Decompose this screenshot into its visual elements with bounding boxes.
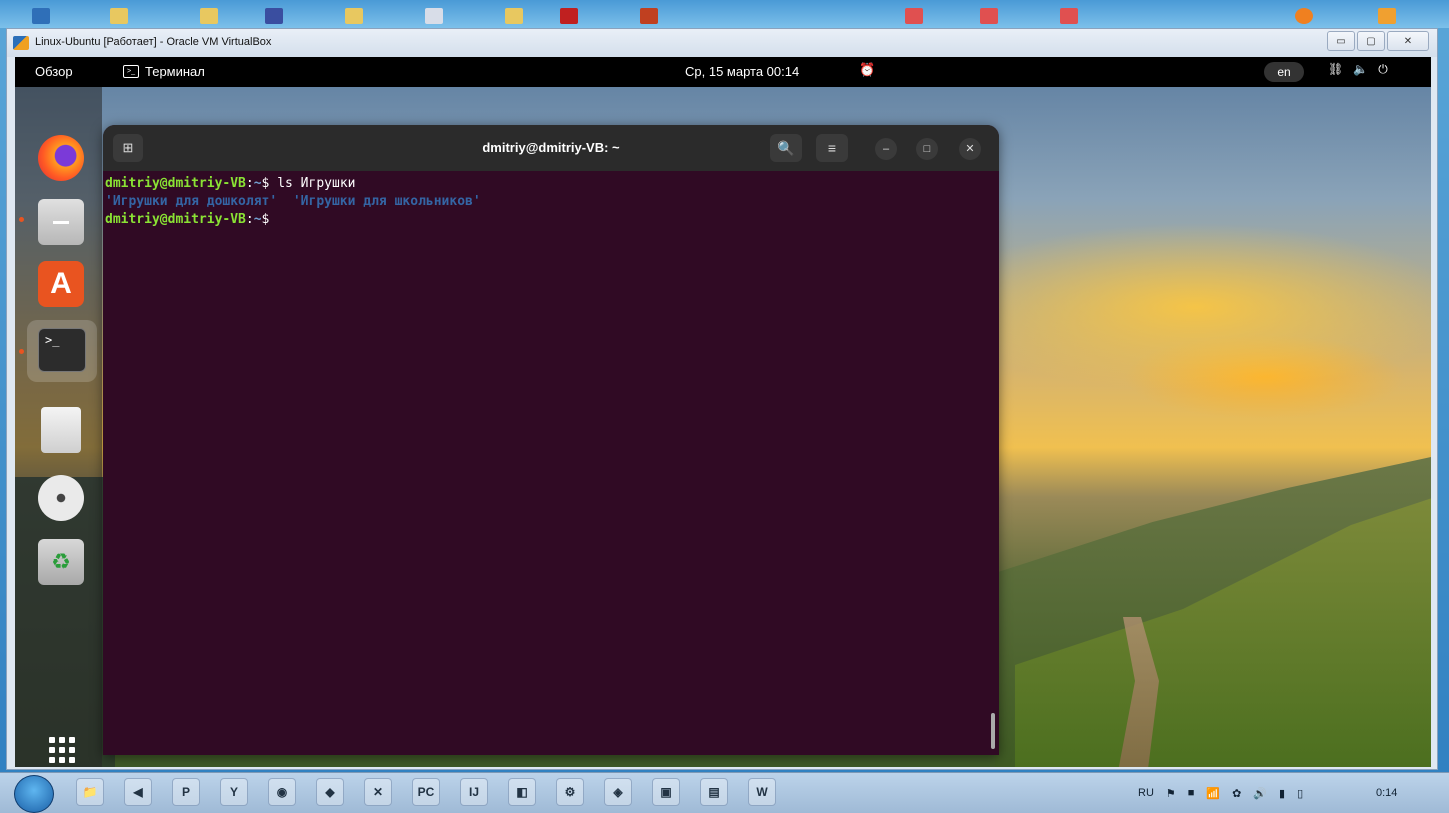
desktop-icon[interactable] <box>265 8 283 24</box>
virtualbox-icon[interactable]: ▣ <box>652 778 680 806</box>
system-tray: RU ⚑ ■ 📶 ✿ 🔊 ▮ ▯ <box>1138 787 1303 800</box>
clock[interactable]: Ср, 15 марта 00:14 <box>685 64 799 79</box>
host-desktop-strip <box>0 0 1449 28</box>
status-icon[interactable]: ■ <box>1188 787 1195 800</box>
trash-icon[interactable]: ♻ <box>38 539 84 585</box>
show-apps-icon[interactable] <box>49 737 75 763</box>
desktop-icon[interactable] <box>425 8 443 24</box>
telegram-icon[interactable]: ◀ <box>124 778 152 806</box>
desktop-icon[interactable] <box>1295 8 1313 24</box>
settings-icon[interactable]: ⚙ <box>556 778 584 806</box>
activities-button[interactable]: Обзор <box>35 64 73 79</box>
desktop-pdf-icon[interactable] <box>905 8 923 24</box>
minimize-button[interactable]: ▭ <box>1327 31 1355 51</box>
desktop-folder-icon[interactable] <box>345 8 363 24</box>
terminal-window[interactable]: ⊞ dmitriy@dmitriy-VB: ~ 🔍 ≡ – □ ✕ dmitri… <box>103 125 999 755</box>
minimize-button[interactable]: – <box>875 138 897 160</box>
terminal-scrollbar[interactable] <box>991 713 995 749</box>
vbox-title: Linux-Ubuntu [Работает] - Oracle VM Virt… <box>35 36 272 48</box>
desktop-folder-icon[interactable] <box>200 8 218 24</box>
guest-screen[interactable]: Обзор >_ Терминал Ср, 15 марта 00:14 ⏰ e… <box>15 57 1431 767</box>
running-indicator <box>19 217 24 222</box>
firefox-icon[interactable] <box>38 135 84 181</box>
app-icon[interactable]: ▤ <box>700 778 728 806</box>
volume-icon: 🔈 <box>1353 62 1369 76</box>
virtualbox-icon <box>13 36 29 50</box>
desktop-icon[interactable] <box>640 8 658 24</box>
close-button[interactable]: ✕ <box>1387 31 1429 51</box>
terminal-icon: >_ <box>38 328 86 372</box>
maximize-button[interactable]: ▢ <box>1357 31 1385 51</box>
vscode-icon[interactable]: ✕ <box>364 778 392 806</box>
yandex-icon[interactable]: Y <box>220 778 248 806</box>
dock: A >_ ♻ <box>15 87 102 767</box>
terminal-icon: >_ <box>123 65 139 78</box>
explorer-icon[interactable]: 📁 <box>76 778 104 806</box>
flag-icon[interactable]: ⚑ <box>1166 787 1176 800</box>
desktop-icon[interactable] <box>1378 8 1396 24</box>
desktop-folder-icon[interactable] <box>505 8 523 24</box>
host-taskbar: 📁 ◀ P Y ◉ ◆ ✕ PC IJ ◧ ⚙ ◈ ▣ ▤ W RU ⚑ ■ 📶… <box>0 772 1449 813</box>
battery-icon[interactable]: ▯ <box>1297 787 1303 800</box>
virtualbox-window: Linux-Ubuntu [Работает] - Oracle VM Virt… <box>6 28 1438 770</box>
terminal-title: dmitriy@dmitriy-VB: ~ <box>482 140 620 155</box>
app-menu-label: Терминал <box>145 64 205 79</box>
terminal-headerbar[interactable]: ⊞ dmitriy@dmitriy-VB: ~ 🔍 ≡ – □ ✕ <box>103 125 999 171</box>
desktop-icon[interactable] <box>32 8 50 24</box>
app-center-icon[interactable]: A <box>38 261 84 307</box>
alarm-icon[interactable]: ⏰ <box>859 62 875 78</box>
keyboard-layout-indicator[interactable]: en <box>1264 62 1304 82</box>
taskbar-clock[interactable]: 0:14 <box>1376 787 1397 799</box>
search-button[interactable]: 🔍 <box>770 134 802 162</box>
system-menu[interactable]: ⛓ 🔈 ⏻ <box>1328 62 1388 77</box>
power-icon: ⏻ <box>1378 62 1388 76</box>
app-tray-icon[interactable]: ✿ <box>1232 787 1241 800</box>
terminal-line: dmitriy@dmitriy-VB:~$ <box>105 212 270 227</box>
app-menu[interactable]: >_ Терминал <box>123 64 205 79</box>
running-indicator <box>19 349 24 354</box>
close-button[interactable]: ✕ <box>959 138 981 160</box>
terminal-line: 'Игрушки для дошколят' 'Игрушки для школ… <box>105 194 481 209</box>
desktop-folder-icon[interactable] <box>110 8 128 24</box>
chrome-icon[interactable]: ◉ <box>268 778 296 806</box>
menu-button[interactable]: ≡ <box>816 134 848 162</box>
vbox-additions-icon[interactable] <box>41 407 81 453</box>
maximize-button[interactable]: □ <box>916 138 938 160</box>
vbox-titlebar[interactable]: Linux-Ubuntu [Работает] - Oracle VM Virt… <box>7 29 1437 57</box>
signal-icon[interactable]: ▮ <box>1279 787 1285 800</box>
app-icon[interactable]: P <box>172 778 200 806</box>
desktop-pdf-icon[interactable] <box>1060 8 1078 24</box>
app-icon[interactable]: ◧ <box>508 778 536 806</box>
word-icon[interactable]: W <box>748 778 776 806</box>
desktop-pdf-icon[interactable] <box>980 8 998 24</box>
disc-icon[interactable] <box>38 475 84 521</box>
desktop-icon[interactable] <box>560 8 578 24</box>
terminal-line: dmitriy@dmitriy-VB:~$ ls Игрушки <box>105 176 356 191</box>
language-indicator[interactable]: RU <box>1138 787 1154 800</box>
start-button[interactable] <box>14 775 54 813</box>
network-icon: ⛓ <box>1328 62 1344 76</box>
gnome-top-bar: Обзор >_ Терминал Ср, 15 марта 00:14 ⏰ e… <box>15 57 1431 87</box>
pycharm-icon[interactable]: PC <box>412 778 440 806</box>
terminal-dock-item[interactable]: >_ <box>27 320 97 382</box>
terminal-output[interactable]: dmitriy@dmitriy-VB:~$ ls Игрушки 'Игрушк… <box>105 175 983 755</box>
edge-icon[interactable]: ◆ <box>316 778 344 806</box>
files-icon[interactable] <box>38 199 84 245</box>
volume-icon[interactable]: 🔊 <box>1253 787 1267 800</box>
network-icon[interactable]: 📶 <box>1206 787 1220 800</box>
intellij-icon[interactable]: IJ <box>460 778 488 806</box>
app-icon[interactable]: ◈ <box>604 778 632 806</box>
